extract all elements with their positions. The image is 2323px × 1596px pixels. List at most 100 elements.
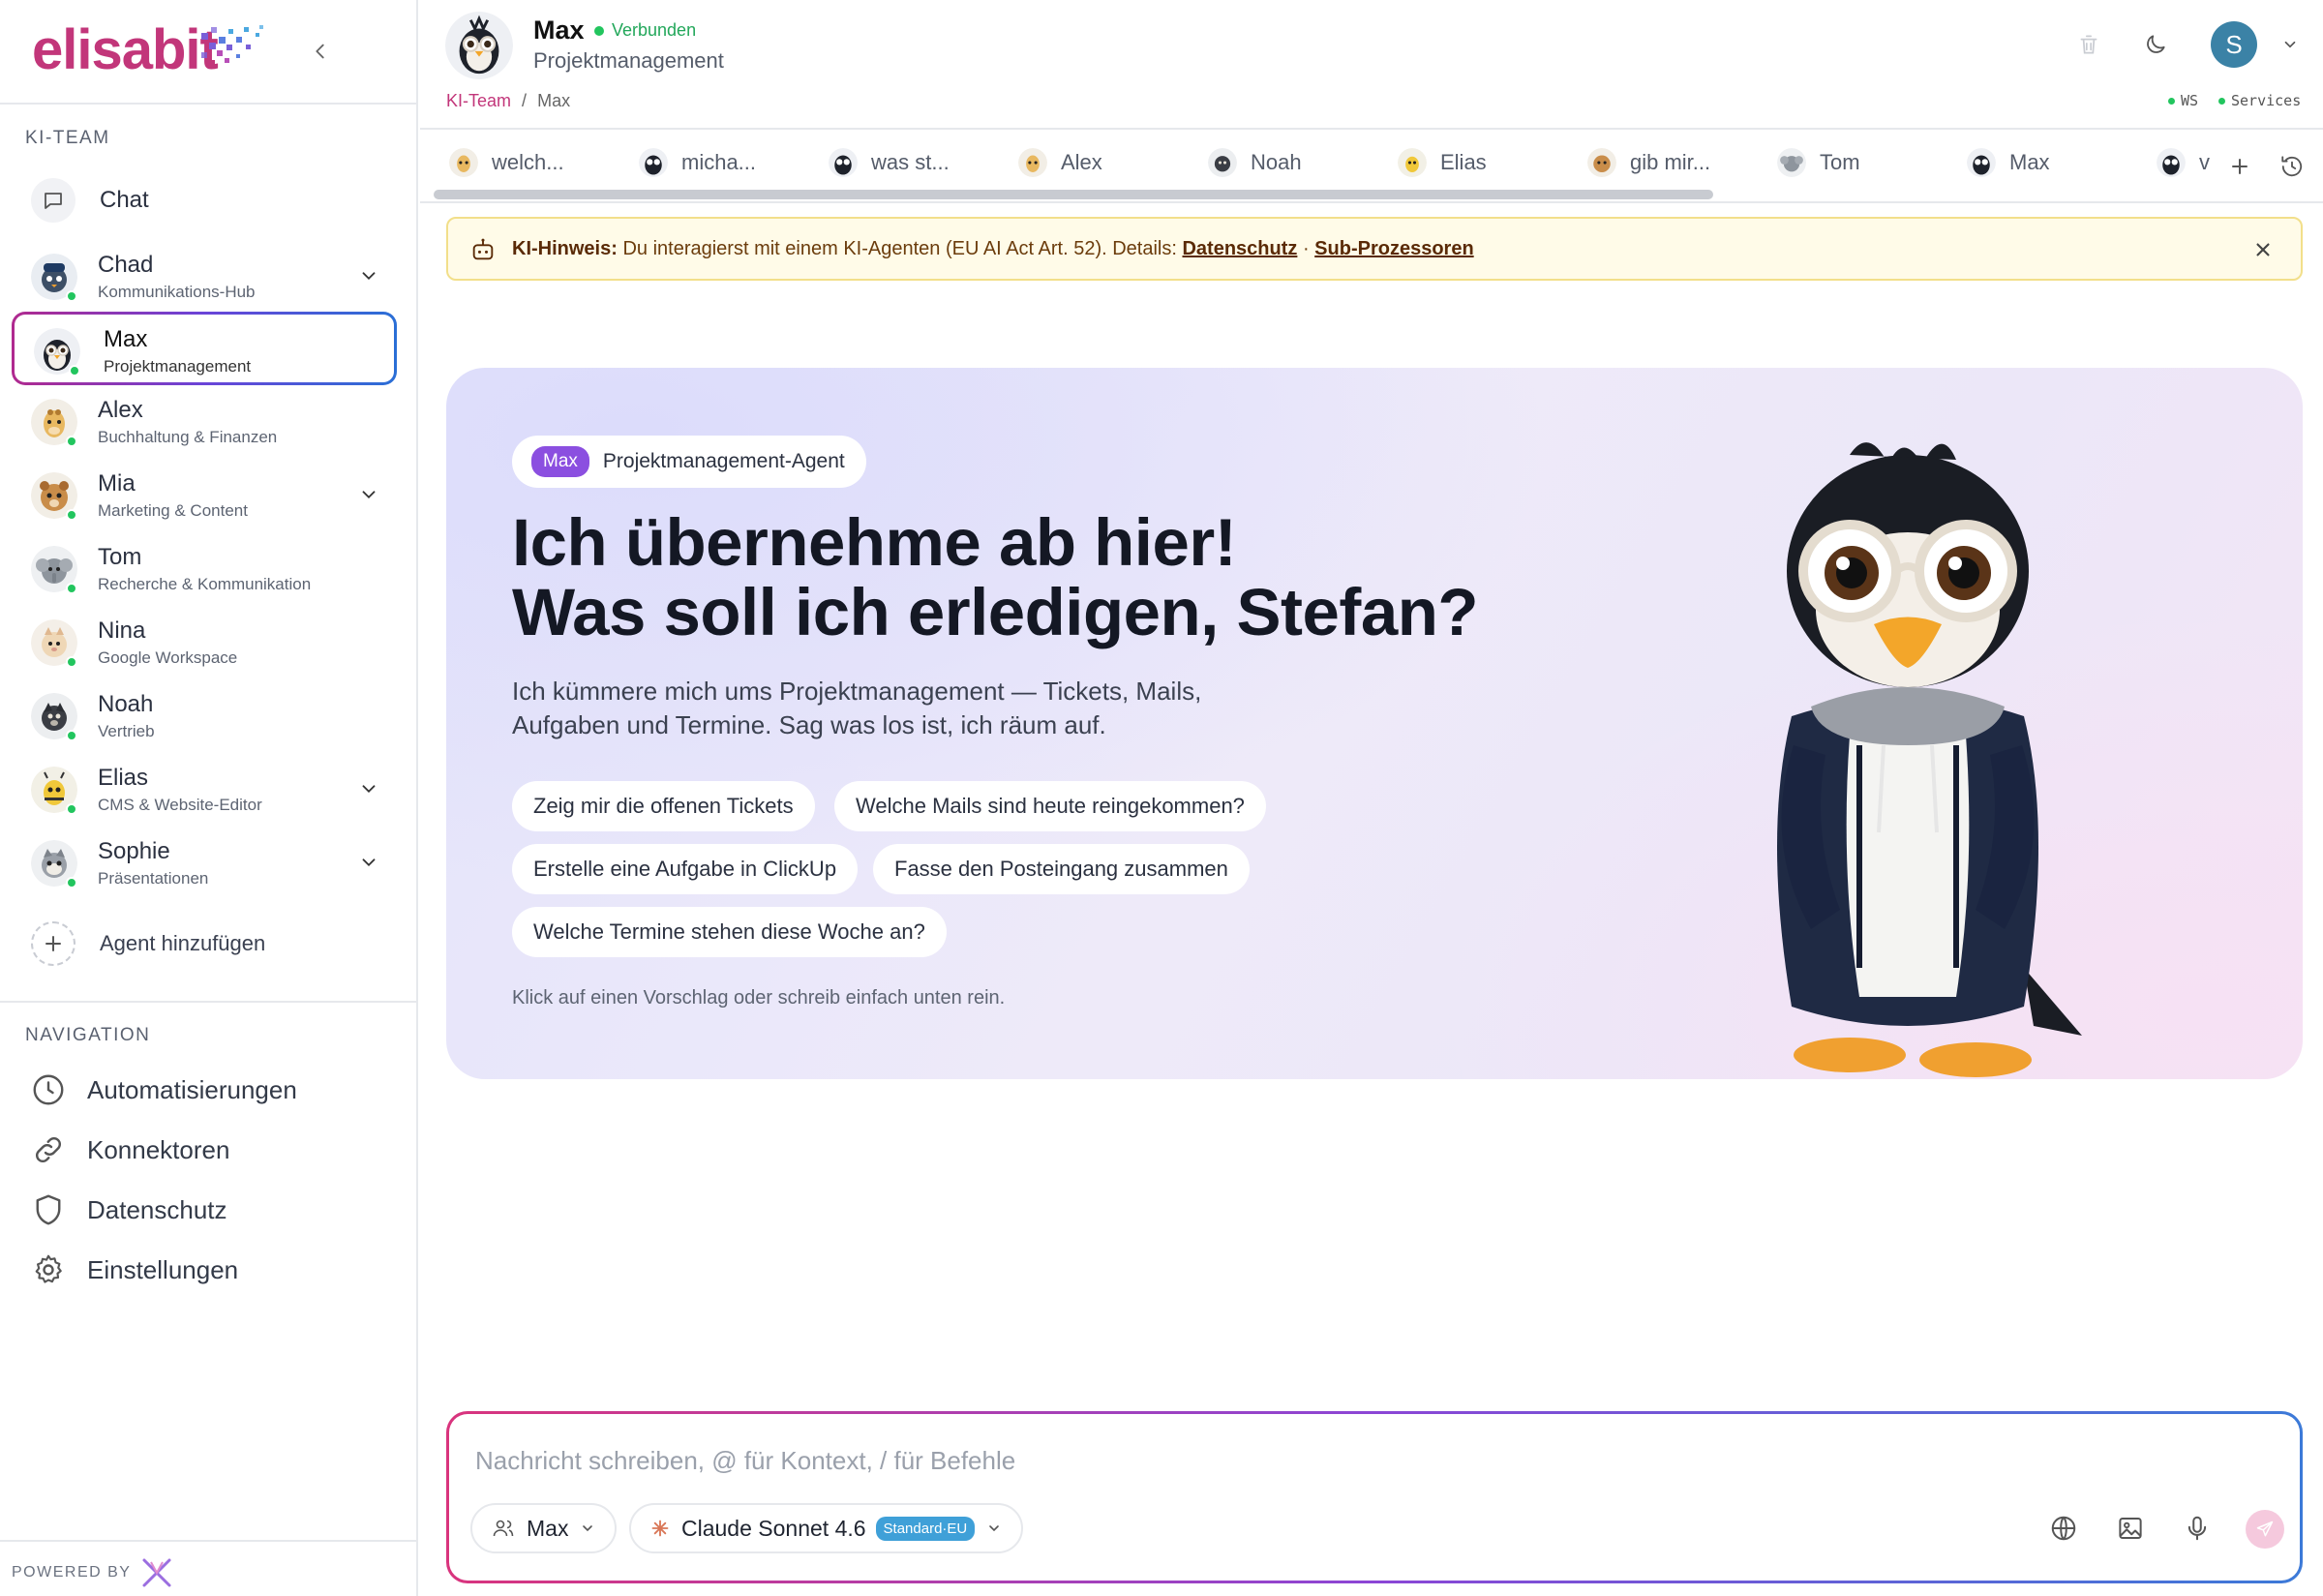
- chat-tab[interactable]: micha...: [639, 143, 756, 182]
- chat-header: Max Verbunden Projektmanagement KI-Team …: [420, 0, 2323, 130]
- welcome-heading-line2: Was soll ich erledigen, Stefan?: [512, 575, 1479, 649]
- voice-input-button[interactable]: [2180, 1511, 2215, 1546]
- web-search-button[interactable]: [2046, 1511, 2081, 1546]
- privacy-link[interactable]: Datenschutz: [1182, 238, 1297, 259]
- tab-agent-avatar: [829, 148, 858, 177]
- nav-item-label: Konnektoren: [87, 1134, 230, 1164]
- user-menu-button[interactable]: [2273, 27, 2308, 62]
- plus-icon: [31, 921, 75, 966]
- subprocessors-link[interactable]: Sub-Prozessoren: [1314, 238, 1473, 259]
- breadcrumb-separator: /: [522, 91, 528, 110]
- tab-label: micha...: [681, 150, 757, 174]
- chevron-down-icon[interactable]: [358, 265, 379, 286]
- message-input[interactable]: [475, 1441, 2266, 1480]
- nav-item-connectors[interactable]: Konnektoren: [31, 1127, 229, 1173]
- online-indicator: [66, 803, 77, 815]
- history-icon: [2281, 156, 2303, 177]
- sidebar-agent-alex[interactable]: Alex Buchhaltung & Finanzen: [12, 385, 397, 459]
- clock-icon: [33, 1074, 64, 1105]
- agent-name: Nina: [98, 617, 146, 644]
- collapse-sidebar-button[interactable]: [302, 33, 339, 70]
- microphone-icon: [2187, 1516, 2207, 1541]
- ws-status-label: WS: [2181, 92, 2199, 109]
- tab-agent-avatar: [449, 148, 478, 177]
- ws-status: WS: [2168, 92, 2198, 109]
- add-agent-button[interactable]: Agent hinzufügen: [31, 919, 265, 968]
- breadcrumb-root-link[interactable]: KI-Team: [446, 91, 511, 110]
- chat-tab[interactable]: Elias: [1398, 143, 1487, 182]
- agent-name: Max: [104, 326, 148, 352]
- nav-item-settings[interactable]: Einstellungen: [31, 1247, 238, 1293]
- chat-tab[interactable]: was st...: [829, 143, 950, 182]
- image-upload-button[interactable]: [2113, 1511, 2148, 1546]
- sidebar-agent-tom[interactable]: Tom Recherche & Kommunikation: [12, 532, 397, 606]
- chevron-down-icon[interactable]: [358, 852, 379, 873]
- logo-row: elisabit: [0, 0, 416, 105]
- nav-item-privacy[interactable]: Datenschutz: [31, 1187, 227, 1233]
- sidebar-agent-elias[interactable]: Elias CMS & Website-Editor: [12, 753, 397, 827]
- suggestion-hint: Klick auf einen Vorschlag oder schreib e…: [512, 987, 1006, 1009]
- chevron-down-icon: [989, 1525, 1000, 1532]
- agent-pill: Max Projektmanagement-Agent: [512, 436, 866, 488]
- services-status: Services: [2218, 92, 2301, 109]
- robot-icon: [472, 238, 494, 260]
- tabs-scrollbar[interactable]: [434, 190, 1713, 199]
- agent-role: Marketing & Content: [98, 501, 248, 520]
- model-selector[interactable]: Claude Sonnet 4.6 Standard·EU: [629, 1503, 1024, 1553]
- globe-icon: [2051, 1516, 2076, 1541]
- delete-chat-button[interactable]: [2071, 27, 2106, 62]
- new-tab-button[interactable]: [2222, 149, 2257, 184]
- message-composer: Max Claude Sonnet 4.6 Standard·EU: [446, 1411, 2303, 1583]
- tab-agent-avatar: [1398, 148, 1427, 177]
- dark-mode-toggle[interactable]: [2138, 27, 2173, 62]
- welcome-description: Ich kümmere mich ums Projektmanagement —…: [512, 677, 1202, 739]
- sidebar-agent-nina[interactable]: Nina Google Workspace: [12, 606, 397, 679]
- tab-label: Noah: [1251, 150, 1302, 174]
- welcome-heading: Ich übernehme ab hier! Was soll ich erled…: [512, 505, 1479, 649]
- chat-tab[interactable]: welch...: [449, 143, 564, 182]
- suggestion-chip[interactable]: Welche Termine stehen diese Woche an?: [512, 907, 947, 957]
- sidebar-agent-max[interactable]: Max Projektmanagement: [12, 312, 397, 385]
- header-agent-name: Max: [533, 15, 585, 45]
- chat-tab[interactable]: gib mir...: [1587, 143, 1710, 182]
- ai-notice-body: Du interagierst mit einem KI-Agenten (EU…: [617, 237, 1183, 259]
- brand-logo[interactable]: elisabit: [32, 17, 219, 82]
- suggestion-chip[interactable]: Fasse den Posteingang zusammen: [873, 844, 1250, 894]
- nav-item-automations[interactable]: Automatisierungen: [31, 1067, 297, 1113]
- agent-selector[interactable]: Max: [470, 1503, 618, 1553]
- breadcrumb-current: Max: [537, 91, 571, 110]
- send-icon: [2256, 1521, 2274, 1537]
- welcome-heading-line1: Ich übernehme ab hier!: [512, 505, 1237, 580]
- model-selector-label: Claude Sonnet 4.6: [681, 1515, 866, 1541]
- ai-notice-text: KI-Hinweis: Du interagierst mit einem KI…: [512, 238, 1474, 260]
- chevron-down-icon[interactable]: [358, 778, 379, 799]
- chat-tab[interactable]: Tom: [1777, 143, 1860, 182]
- chevron-down-icon[interactable]: [358, 484, 379, 505]
- nav-item-label: Datenschutz: [87, 1194, 227, 1224]
- user-avatar[interactable]: S: [2211, 21, 2257, 68]
- sidebar-agent-chad[interactable]: Chad Kommunikations-Hub: [12, 240, 397, 314]
- chat-tab[interactable]: Noah: [1208, 143, 1302, 182]
- close-icon[interactable]: [2250, 237, 2276, 262]
- agent-role: Präsentationen: [98, 869, 209, 888]
- history-button[interactable]: [2275, 149, 2309, 184]
- model-region-badge: Standard·EU: [875, 1516, 976, 1541]
- agent-role: Buchhaltung & Finanzen: [98, 428, 278, 446]
- team-section-label: KI-TEAM: [25, 128, 110, 148]
- chat-tab[interactable]: v: [2157, 143, 2218, 182]
- sidebar-agent-sophie[interactable]: Sophie Präsentationen: [12, 827, 397, 900]
- suggestion-chip[interactable]: Welche Mails sind heute reingekommen?: [834, 781, 1266, 831]
- sidebar-agent-mia[interactable]: Mia Marketing & Content: [12, 459, 397, 532]
- online-indicator: [66, 436, 77, 447]
- chat-tab[interactable]: Max: [1967, 143, 2050, 182]
- send-button[interactable]: [2246, 1510, 2284, 1549]
- suggestion-chip[interactable]: Zeig mir die offenen Tickets: [512, 781, 815, 831]
- suggestion-chip[interactable]: Erstelle eine Aufgabe in ClickUp: [512, 844, 859, 894]
- powered-by-logo-icon: [142, 1558, 171, 1587]
- ai-notice-banner: KI-Hinweis: Du interagierst mit einem KI…: [446, 217, 2303, 281]
- tab-agent-avatar: [639, 148, 668, 177]
- chat-tab[interactable]: Alex: [1018, 143, 1102, 182]
- agent-welcome-card: Max Projektmanagement-Agent Ich übernehm…: [446, 368, 2303, 1079]
- sidebar-agent-noah[interactable]: Noah Vertrieb: [12, 679, 397, 753]
- sidebar-item-chat[interactable]: Chat: [31, 175, 399, 226]
